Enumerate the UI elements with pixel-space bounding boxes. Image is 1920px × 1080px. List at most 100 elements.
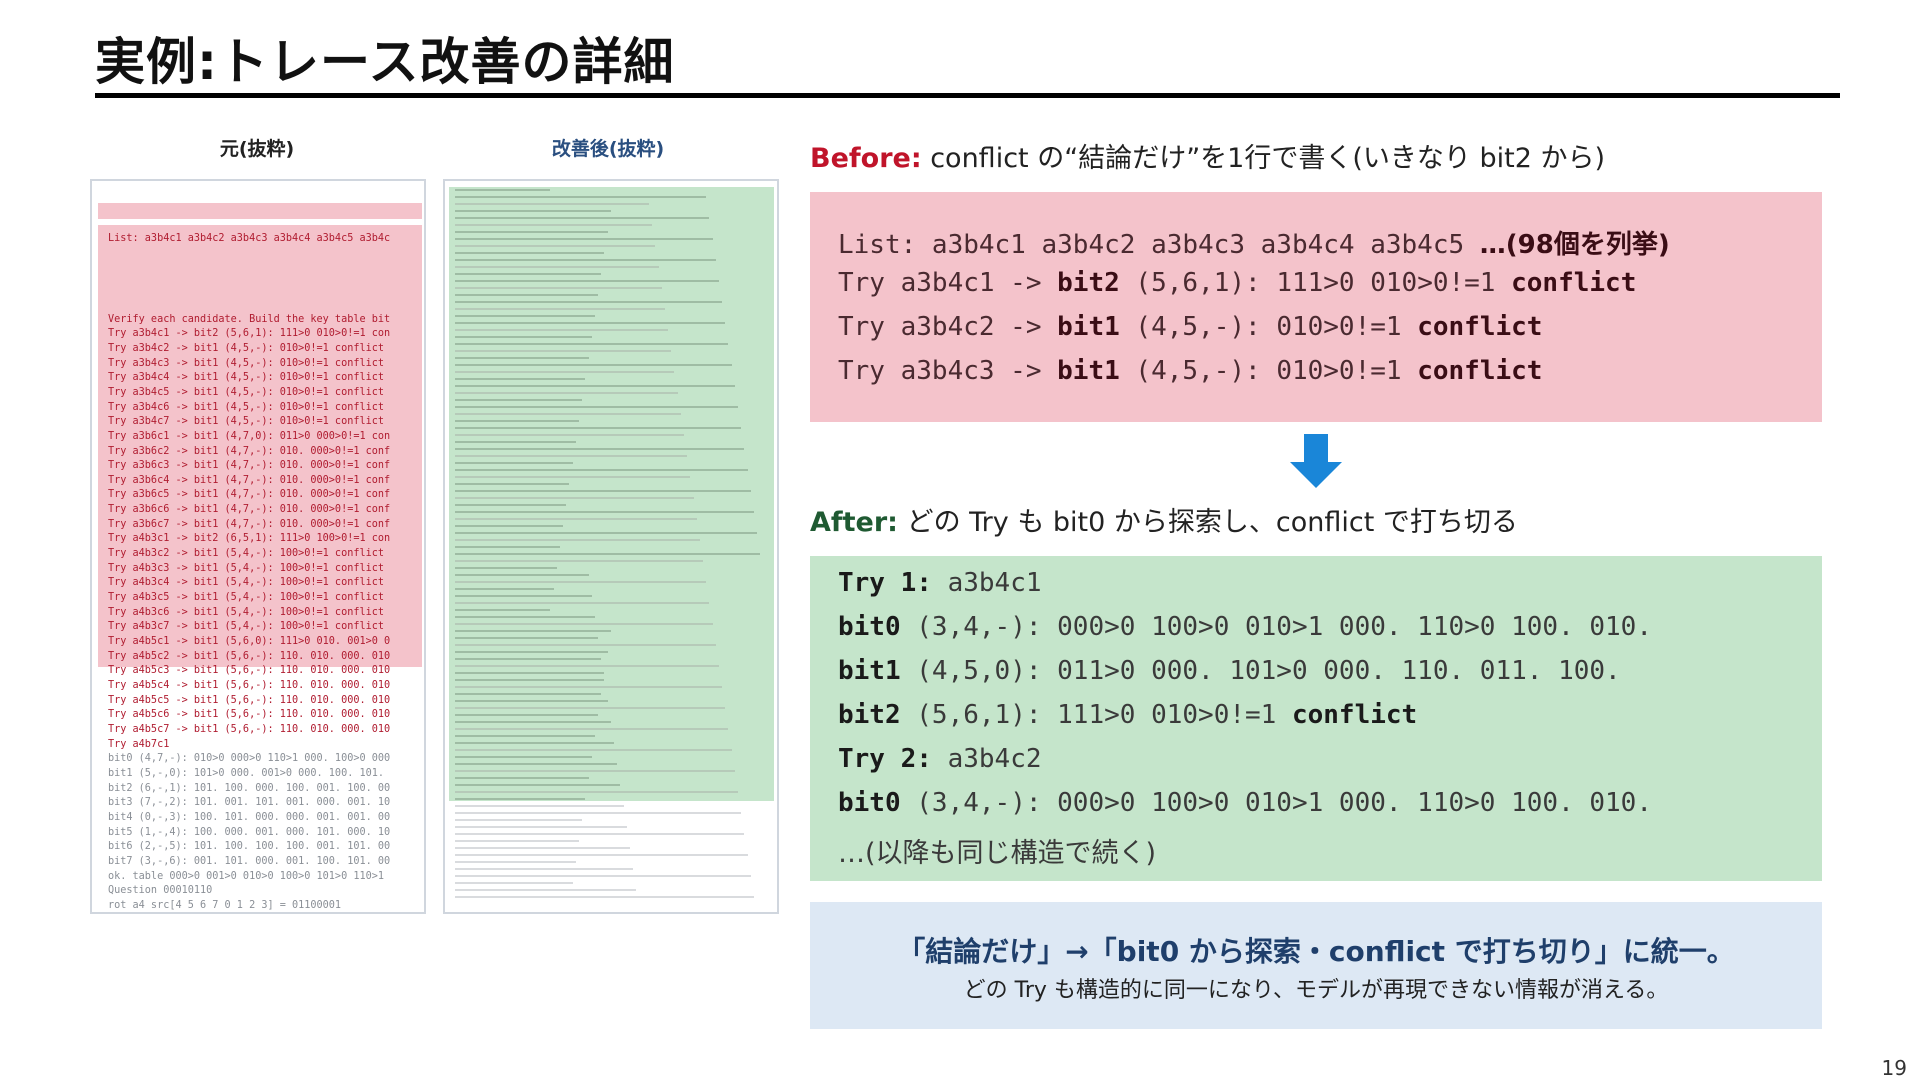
original-trace-line: bit2 (6,-,1): 101. 100. 000. 100. 001. 1… <box>108 782 391 794</box>
original-trace-line: Try a3b6c4 -> bit1 (4,7,-): 010. 000>0!=… <box>108 474 391 486</box>
improved-trace-line <box>455 357 589 359</box>
original-trace-line: bit7 (3,-,6): 001. 101. 000. 001. 100. 1… <box>108 855 391 867</box>
improved-trace-line <box>455 483 570 485</box>
improved-trace-line <box>455 812 742 814</box>
improved-trace-line <box>455 315 595 317</box>
after-line: Try 2: a3b4c2 <box>838 744 1042 774</box>
improved-trace-line <box>455 749 732 751</box>
improved-trace-line <box>455 672 605 674</box>
improved-trace-line <box>455 210 611 212</box>
original-trace-line: Try a3b6c3 -> bit1 (4,7,-): 010. 000>0!=… <box>108 460 391 472</box>
improved-trace-line <box>455 273 602 275</box>
improved-trace-line <box>455 441 576 443</box>
summary-headline: 「結論だけ」→「bit0 から探索・conflict で打ち切り」に統一。 <box>897 935 1735 968</box>
down-arrow-icon <box>1290 434 1342 488</box>
original-trace-line: bit3 (7,-,2): 101. 001. 101. 001. 000. 0… <box>108 797 391 809</box>
improved-trace-line <box>455 721 611 723</box>
improved-trace-line <box>455 329 669 331</box>
original-trace-line: Try a4b5c2 -> bit1 (5,6,-): 110. 010. 00… <box>108 650 391 662</box>
original-trace-line: Try a4b3c5 -> bit1 (5,4,-): 100>0!=1 con… <box>108 592 385 604</box>
improved-trace-line <box>455 518 697 520</box>
improved-trace-line <box>455 896 754 898</box>
original-trace-line: bit5 (1,-,4): 100. 000. 001. 000. 101. 0… <box>108 826 391 838</box>
improved-trace-line <box>455 245 656 247</box>
improved-trace-line <box>455 616 595 618</box>
after-line: bit0 (3,4,-): 000>0 100>0 010>1 000. 110… <box>838 612 1652 642</box>
improved-trace-line <box>455 238 713 240</box>
improved-trace-line <box>455 777 589 779</box>
improved-trace-line <box>455 392 678 394</box>
improved-trace-line <box>455 532 758 534</box>
improved-trace-line <box>455 455 688 457</box>
improved-trace-line <box>455 406 739 408</box>
improved-trace-line <box>455 252 605 254</box>
original-trace-line: Try a3b4c5 -> bit1 (4,5,-): 010>0!=1 con… <box>108 386 385 398</box>
original-trace-line: bit4 (0,-,3): 100. 101. 000. 000. 001. 0… <box>108 811 391 823</box>
original-trace-line: Try a3b6c6 -> bit1 (4,7,-): 010. 000>0!=… <box>108 504 391 516</box>
improved-trace-line <box>455 630 611 632</box>
improved-trace-line <box>455 644 716 646</box>
improved-trace-line <box>455 294 599 296</box>
improved-trace-line <box>455 679 605 681</box>
improved-trace-line <box>455 623 713 625</box>
after-code-box: Try 1: a3b4c1 bit0 (3,4,-): 000>0 100>0 … <box>810 556 1822 881</box>
original-trace-line: Try a4b5c6 -> bit1 (5,6,-): 110. 010. 00… <box>108 709 391 721</box>
before-line: List: a3b4c1 a3b4c2 a3b4c3 a3b4c4 a3b4c5… <box>838 230 1670 260</box>
improved-trace-line <box>455 336 592 338</box>
before-code-box: List: a3b4c1 a3b4c2 a3b4c3 a3b4c4 a3b4c5… <box>810 192 1822 422</box>
original-trace-line: Try a3b6c2 -> bit1 (4,7,-): 010. 000>0!=… <box>108 445 391 457</box>
original-trace-line: Try a3b6c7 -> bit1 (4,7,-): 010. 000>0!=… <box>108 518 391 530</box>
original-list-line: List: a3b4c1 a3b4c2 a3b4c3 a3b4c4 a3b4c5… <box>108 233 391 245</box>
improved-trace-line <box>455 567 557 569</box>
improved-trace-line <box>455 784 621 786</box>
improved-trace-line <box>455 427 742 429</box>
improved-trace-line <box>455 658 602 660</box>
page-title: 実例:トレース改善の詳細 <box>95 33 675 91</box>
improved-trace-line <box>455 476 691 478</box>
before-line: Try a3b4c3 -> bit1 (4,5,-): 010>0!=1 con… <box>838 356 1543 386</box>
original-trace-line: Try a4b3c7 -> bit1 (5,4,-): 100>0!=1 con… <box>108 621 385 633</box>
original-trace-line: Try a3b4c1 -> bit2 (5,6,1): 111>0 010>0!… <box>108 328 391 340</box>
improved-trace-line <box>455 756 592 758</box>
original-trace-line: Try a4b5c5 -> bit1 (5,6,-): 110. 010. 00… <box>108 694 391 706</box>
before-line: Try a3b4c1 -> bit2 (5,6,1): 111>0 010>0!… <box>838 268 1637 298</box>
improved-trace-line <box>455 308 665 310</box>
improved-trace-line <box>455 735 595 737</box>
original-trace-line: Verify each candidate. Build the key tab… <box>108 313 391 325</box>
improved-trace-line <box>455 231 608 233</box>
improved-trace-line <box>455 574 589 576</box>
improved-trace-line <box>455 434 684 436</box>
original-trace-line: Question 00010110 <box>108 885 213 897</box>
improved-trace-line <box>455 854 748 856</box>
improved-trace-line <box>455 287 662 289</box>
original-trace-line: shl b7 src[7 - - - - - - -] = 00000000 <box>108 914 422 915</box>
improved-trace-line <box>455 196 707 198</box>
original-trace-line: Try a3b4c7 -> bit1 (4,5,-): 010>0!=1 con… <box>108 416 385 428</box>
improved-trace-line <box>455 378 586 380</box>
improved-trace-line <box>455 343 729 345</box>
original-trace-line: Try a4b3c2 -> bit1 (5,4,-): 100>0!=1 con… <box>108 548 385 560</box>
original-trace-line: ok. table 000>0 001>0 010>0 100>0 101>0 … <box>108 870 385 882</box>
original-trace-line: Try a4b3c4 -> bit1 (5,4,-): 100>0!=1 con… <box>108 577 385 589</box>
improved-trace-line <box>455 763 618 765</box>
original-trace-line: Try a3b6c1 -> bit1 (4,7,0): 011>0 000>0!… <box>108 430 391 442</box>
before-heading: Before: conflict の“結論だけ”を1行で書く(いきなり bit2… <box>810 136 1605 175</box>
after-line: bit2 (5,6,1): 111>0 010>0!=1 conflict <box>838 700 1418 730</box>
original-trace-line: Try a4b3c3 -> bit1 (5,4,-): 100>0!=1 con… <box>108 562 385 574</box>
after-line: bit0 (3,4,-): 000>0 100>0 010>1 000. 110… <box>838 788 1652 818</box>
improved-trace-lines <box>455 189 773 903</box>
improved-trace-thumbnail <box>443 179 779 914</box>
improved-trace-line <box>455 490 751 492</box>
improved-trace-line <box>455 189 551 191</box>
summary-detail: どの Try も構造的に同一になり、モデルが再現できない情報が消える。 <box>963 978 1669 1003</box>
improved-trace-line <box>455 889 637 891</box>
improved-trace-line <box>455 861 576 863</box>
original-trace-line: Try a4b5c4 -> bit1 (5,6,-): 110. 010. 00… <box>108 680 391 691</box>
title-underline <box>95 93 1840 98</box>
original-trace-line: Try a3b4c2 -> bit1 (4,5,-): 010>0!=1 con… <box>108 342 385 354</box>
original-thumb-label: 元(抜粋) <box>219 138 295 160</box>
improved-trace-line <box>455 651 608 653</box>
improved-trace-line <box>455 350 672 352</box>
after-line: Try 1: a3b4c1 <box>838 568 1042 598</box>
improved-trace-line <box>455 511 754 513</box>
